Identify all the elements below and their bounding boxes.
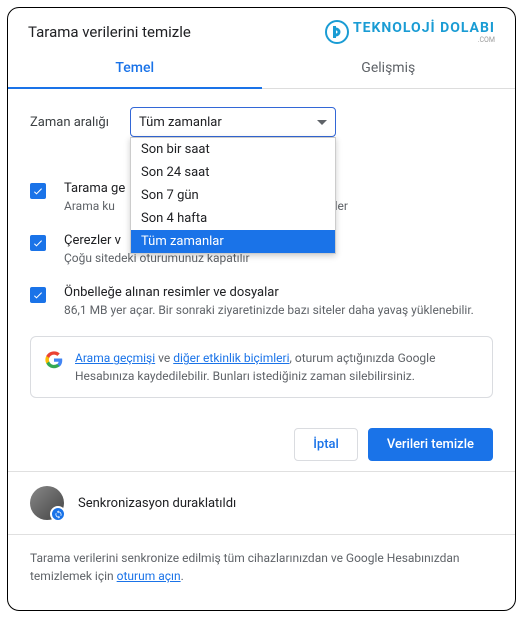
dropdown-option[interactable]: Son 4 hafta [131,207,335,230]
timerange-dropdown: Son bir saat Son 24 saat Son 7 gün Son 4… [130,137,336,254]
logo-icon [325,20,349,44]
chevron-down-icon [317,120,327,125]
option-cache: Önbelleğe alınan resimler ve dosyalar 86… [30,285,493,319]
checkbox-history[interactable] [30,183,46,199]
clear-data-button[interactable]: Verileri temizle [368,428,493,461]
check-icon [32,185,44,197]
dialog-buttons: İptal Verileri temizle [8,410,515,471]
dropdown-option[interactable]: Son bir saat [131,138,335,161]
option-title: Önbelleğe alınan resimler ve dosyalar [64,285,474,300]
timerange-select[interactable]: Tüm zamanlar [130,107,336,137]
tab-advanced[interactable]: Gelişmiş [262,48,516,88]
tab-indicator [8,87,262,89]
dropdown-option[interactable]: Son 24 saat [131,161,335,184]
dropdown-option[interactable]: Tüm zamanlar [131,230,335,253]
sign-in-link[interactable]: oturum açın [117,569,181,583]
link-other-activity[interactable]: diğer etkinlik biçimleri [173,351,289,365]
timerange-value: Tüm zamanlar [139,115,222,130]
google-info-box: Arama geçmişi ve diğer etkinlik biçimler… [30,336,493,398]
timerange-label: Zaman aralığı [30,115,130,130]
logo-text: TEKNOLOJİ DOLABI [353,21,495,35]
clear-browsing-data-dialog: Tarama verilerini temizle TEKNOLOJİ DOLA… [7,7,516,611]
sync-badge-icon [50,506,66,522]
check-icon [32,237,44,249]
info-text: Arama geçmişi ve diğer etkinlik biçimler… [75,349,478,385]
sync-status-text: Senkronizasyon duraklatıldı [78,496,236,511]
dialog-header: Tarama verilerini temizle TEKNOLOJİ DOLA… [8,8,515,48]
site-logo: TEKNOLOJİ DOLABI .COM [325,20,495,44]
tabs: Temel Gelişmiş [8,48,515,89]
option-desc: 86,1 MB yer açar. Bir sonraki ziyaretini… [64,302,474,319]
logo-subtext: .COM [353,36,495,44]
checkbox-cache[interactable] [30,287,46,303]
check-icon [32,289,44,301]
dialog-body: Zaman aralığı Tüm zamanlar Son bir saat … [8,89,515,410]
avatar [30,486,64,520]
google-icon [45,351,63,369]
timerange-row: Zaman aralığı Tüm zamanlar Son bir saat … [30,107,493,137]
dropdown-option[interactable]: Son 7 gün [131,184,335,207]
cancel-button[interactable]: İptal [294,428,358,461]
checkbox-cookies[interactable] [30,235,46,251]
tab-basic[interactable]: Temel [8,48,262,88]
divider [8,534,515,535]
footer-text: Tarama verilerini senkronize edilmiş tüm… [8,549,515,603]
link-search-history[interactable]: Arama geçmişi [75,351,155,365]
divider [8,471,515,472]
dialog-title: Tarama verilerini temizle [28,23,191,41]
sync-status-row: Senkronizasyon duraklatıldı [8,486,515,534]
